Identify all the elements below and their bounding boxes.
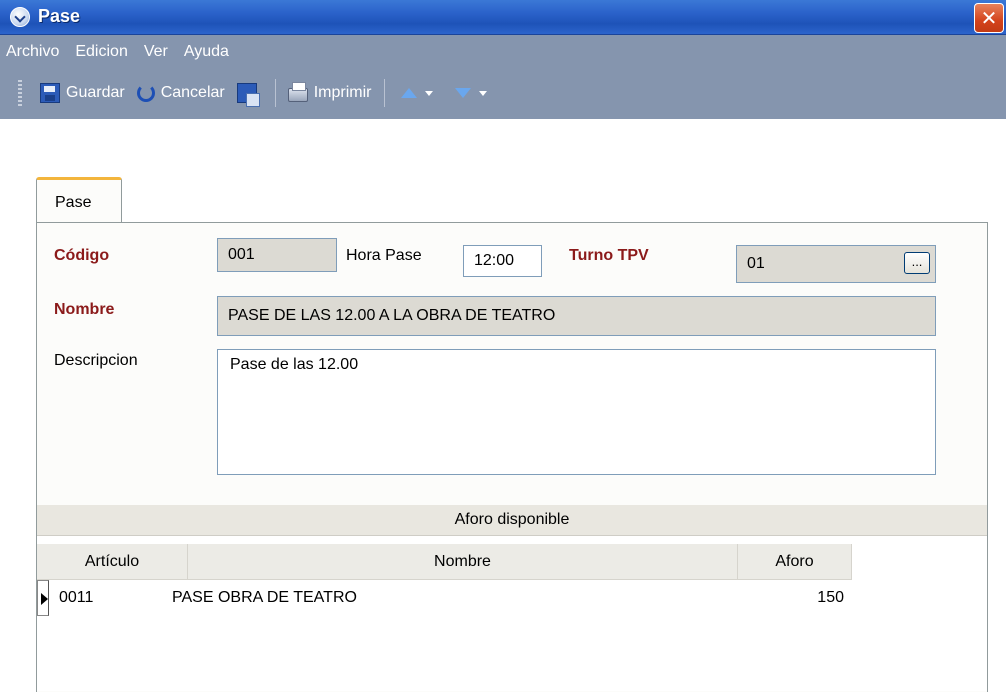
menu-edicion[interactable]: Edicion [67,39,135,65]
turno-tpv-label: Turno TPV [569,247,649,264]
hora-pase-field[interactable]: 12:00 [463,245,542,277]
toolbar-separator [383,79,385,107]
title-bar: Pase ✕ [0,0,1006,35]
descripcion-label: Descripcion [54,352,138,369]
codigo-label: Código [54,247,110,264]
menu-ver[interactable]: Ver [136,39,176,65]
print-label: Imprimir [313,84,372,101]
save-button[interactable]: Guardar [34,78,131,108]
toolbar-separator [274,79,276,107]
tab-label: Pase [55,194,92,211]
save-label: Guardar [66,84,125,101]
descripcion-textarea[interactable]: Pase de las 12.00 [217,349,936,475]
row-selector-icon[interactable] [37,580,49,616]
browse-button[interactable]: ... [904,252,930,274]
undo-icon [136,84,155,102]
toolbar-grip[interactable] [18,80,22,106]
arrow-up-icon [400,88,417,98]
window-title: Pase [38,6,81,26]
toolbar: Guardar Cancelar Imprimir [0,75,1006,111]
app-icon[interactable] [10,7,30,27]
cancel-label: Cancelar [160,84,225,101]
turno-tpv-field[interactable]: 01 ... [736,245,936,283]
column-header-articulo[interactable]: Artículo [37,544,188,579]
save-as-icon [236,83,260,107]
previous-record-button[interactable] [391,78,445,108]
codigo-field[interactable]: 001 [217,238,337,272]
menu-ayuda[interactable]: Ayuda [176,39,237,65]
nombre-label: Nombre [54,301,115,318]
save-icon [40,83,60,103]
arrow-down-icon [454,88,471,98]
save-new-button[interactable] [231,78,269,108]
aforo-grid: Artículo Nombre Aforo 0011 PASE OBRA DE … [37,536,987,691]
dropdown-caret-icon[interactable] [424,90,433,96]
tab-pase[interactable]: Pase [36,177,122,223]
printer-icon [287,82,308,102]
turno-tpv-value: 01 [747,255,765,272]
grid-title: Aforo disponible [37,505,987,536]
column-header-nombre[interactable]: Nombre [188,544,738,579]
window: Pase ✕ Archivo Edicion Ver Ayuda Guardar… [0,0,1006,692]
table-row[interactable]: 0011 PASE OBRA DE TEATRO 150 [37,580,852,616]
cancel-button[interactable]: Cancelar [131,78,231,108]
print-button[interactable]: Imprimir [282,78,378,108]
cell-nombre: PASE OBRA DE TEATRO [172,589,357,606]
grid-header: Artículo Nombre Aforo [37,544,852,580]
menu-archivo[interactable]: Archivo [0,39,67,65]
column-header-aforo[interactable]: Aforo [738,544,852,579]
menu-bar: Archivo Edicion Ver Ayuda [0,39,237,65]
cell-aforo: 150 [817,589,844,606]
next-record-button[interactable] [445,78,499,108]
cell-articulo: 0011 [59,589,94,606]
nombre-field[interactable]: PASE DE LAS 12.00 A LA OBRA DE TEATRO [217,296,936,336]
menu-and-toolbar: Archivo Edicion Ver Ayuda Guardar Cancel… [0,35,1006,119]
dropdown-caret-icon[interactable] [478,90,487,96]
hora-pase-label: Hora Pase [346,247,422,264]
close-button[interactable]: ✕ [974,3,1004,33]
